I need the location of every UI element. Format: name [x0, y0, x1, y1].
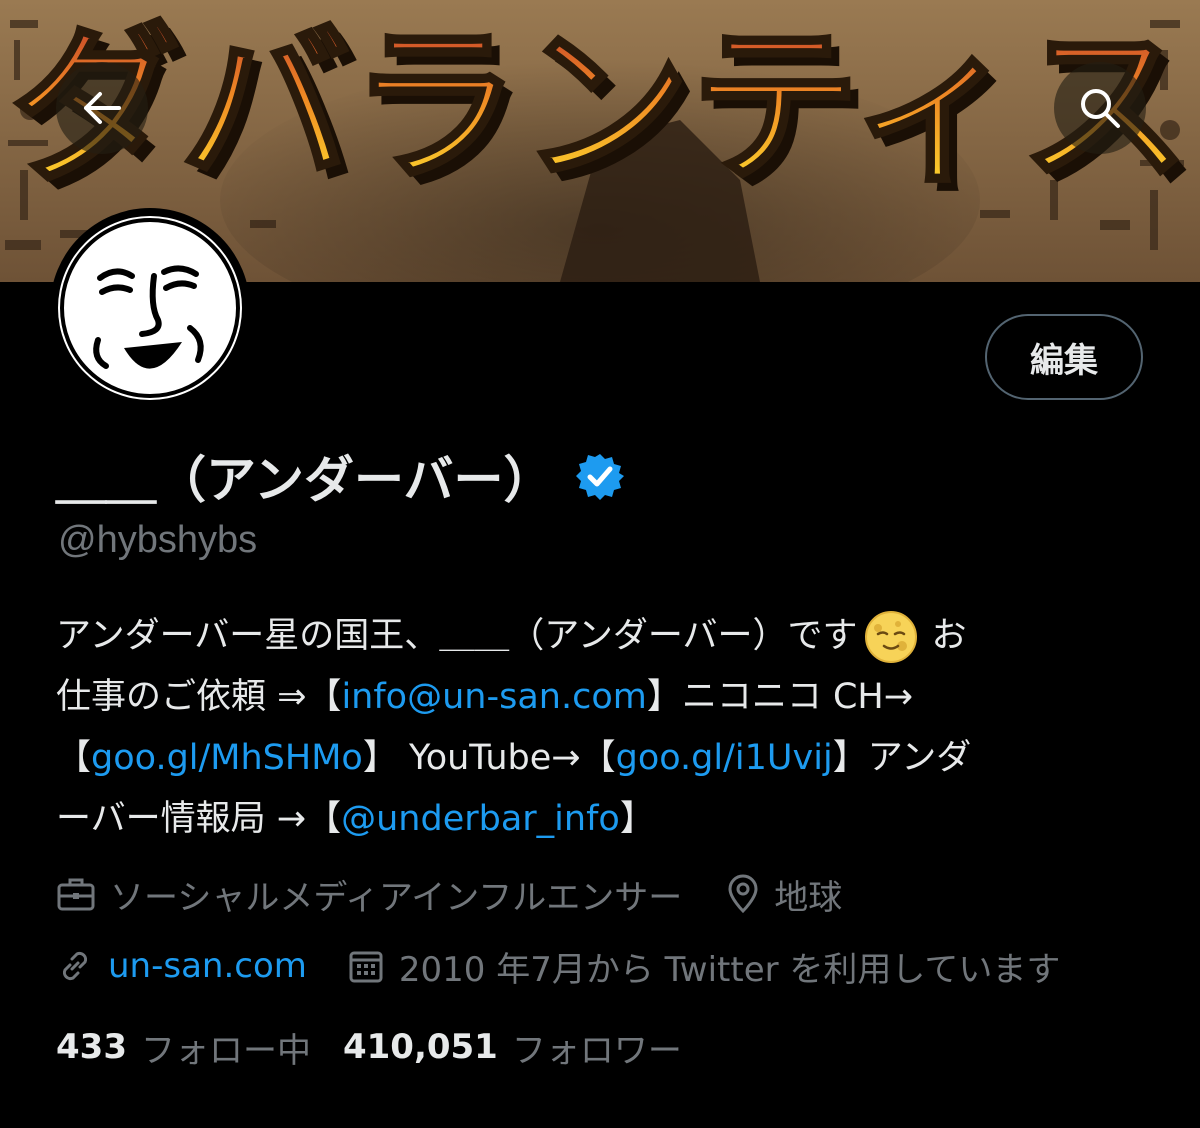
bio-niconico-link[interactable]: goo.gl/MhSHMo	[91, 728, 363, 789]
banner-title: ダバランティス	[10, 8, 1190, 206]
bio-mention-link[interactable]: @underbar_info	[341, 789, 620, 850]
bio-text: 】アンダ	[832, 738, 972, 778]
bio-text: お	[931, 616, 967, 656]
website-link[interactable]: un-san.com	[108, 946, 307, 986]
user-handle: @hybshybs	[58, 519, 258, 561]
back-button[interactable]	[56, 62, 148, 154]
bio-youtube-link[interactable]: goo.gl/i1Uvij	[616, 728, 833, 789]
following-label[interactable]: フォロー中	[141, 1023, 311, 1072]
location-text: 地球	[774, 877, 843, 918]
followers-label[interactable]: フォロワー	[512, 1023, 682, 1072]
link-icon	[62, 951, 88, 981]
profile-meta-row: un-san.com 2010 年7月から Twitter を利用しています	[56, 938, 1060, 994]
profile-joined-date: 2010 年7月から Twitter を利用しています	[347, 942, 1061, 991]
category-text: ソーシャルメディアインフルエンサー	[110, 877, 683, 918]
bio-email-link[interactable]: info@un-san.com	[341, 667, 646, 728]
bio-line: ーバー情報局 →【 @underbar_info 】	[56, 789, 1166, 850]
bio-text: 】ニコニコ CH→	[646, 677, 914, 717]
verified-badge-icon[interactable]	[575, 452, 624, 500]
follow-counts: 433 フォロー中 410,051 フォロワー	[56, 1022, 714, 1072]
bio-text: 】	[619, 799, 655, 839]
smiling-face-drawing	[60, 218, 240, 398]
profile-location: 地球	[726, 870, 842, 919]
bio-text: ーバー情報局 →【	[56, 799, 342, 839]
edit-profile-button[interactable]: 編集	[985, 314, 1143, 400]
display-name: ＿＿（アンダーバー）	[56, 451, 554, 509]
search-icon	[1081, 89, 1120, 128]
bio-line: アンダーバー星の国王、＿＿（アンダーバー）です お	[56, 606, 1166, 667]
bio-text: 】 YouTube→【	[362, 738, 616, 778]
profile-category: ソーシャルメディアインフルエンサー	[56, 870, 682, 919]
profile-bio: アンダーバー星の国王、＿＿（アンダーバー）です お 仕事のご依頼 ⇒【 info…	[56, 606, 1166, 850]
bio-text: 【	[56, 738, 92, 778]
bio-line: 【 goo.gl/MhSHMo 】 YouTube→【 goo.gl/i1Uvi…	[56, 728, 1166, 789]
bio-text: アンダーバー星の国王、＿＿（アンダーバー）です	[56, 616, 858, 656]
profile-avatar[interactable]	[50, 208, 250, 408]
profile-website[interactable]: un-san.com	[56, 946, 307, 986]
bio-line: 仕事のご依頼 ⇒【 info@un-san.com 】ニコニコ CH→	[56, 667, 1166, 728]
avatar-image	[58, 216, 242, 400]
arrow-left-icon	[84, 92, 121, 124]
full-moon-face-emoji	[864, 610, 917, 663]
name-row: ＿＿（アンダーバー）	[56, 440, 624, 512]
calendar-icon	[349, 951, 383, 983]
following-count[interactable]: 433	[56, 1027, 127, 1067]
search-button[interactable]	[1054, 62, 1146, 154]
briefcase-icon	[57, 878, 95, 911]
bio-text: 仕事のご依頼 ⇒【	[56, 677, 342, 717]
location-pin-icon	[728, 874, 758, 914]
joined-text: 2010 年7月から Twitter を利用しています	[398, 949, 1061, 990]
followers-count[interactable]: 410,051	[343, 1027, 498, 1067]
profile-meta-row: ソーシャルメディアインフルエンサー 地球	[56, 866, 842, 922]
